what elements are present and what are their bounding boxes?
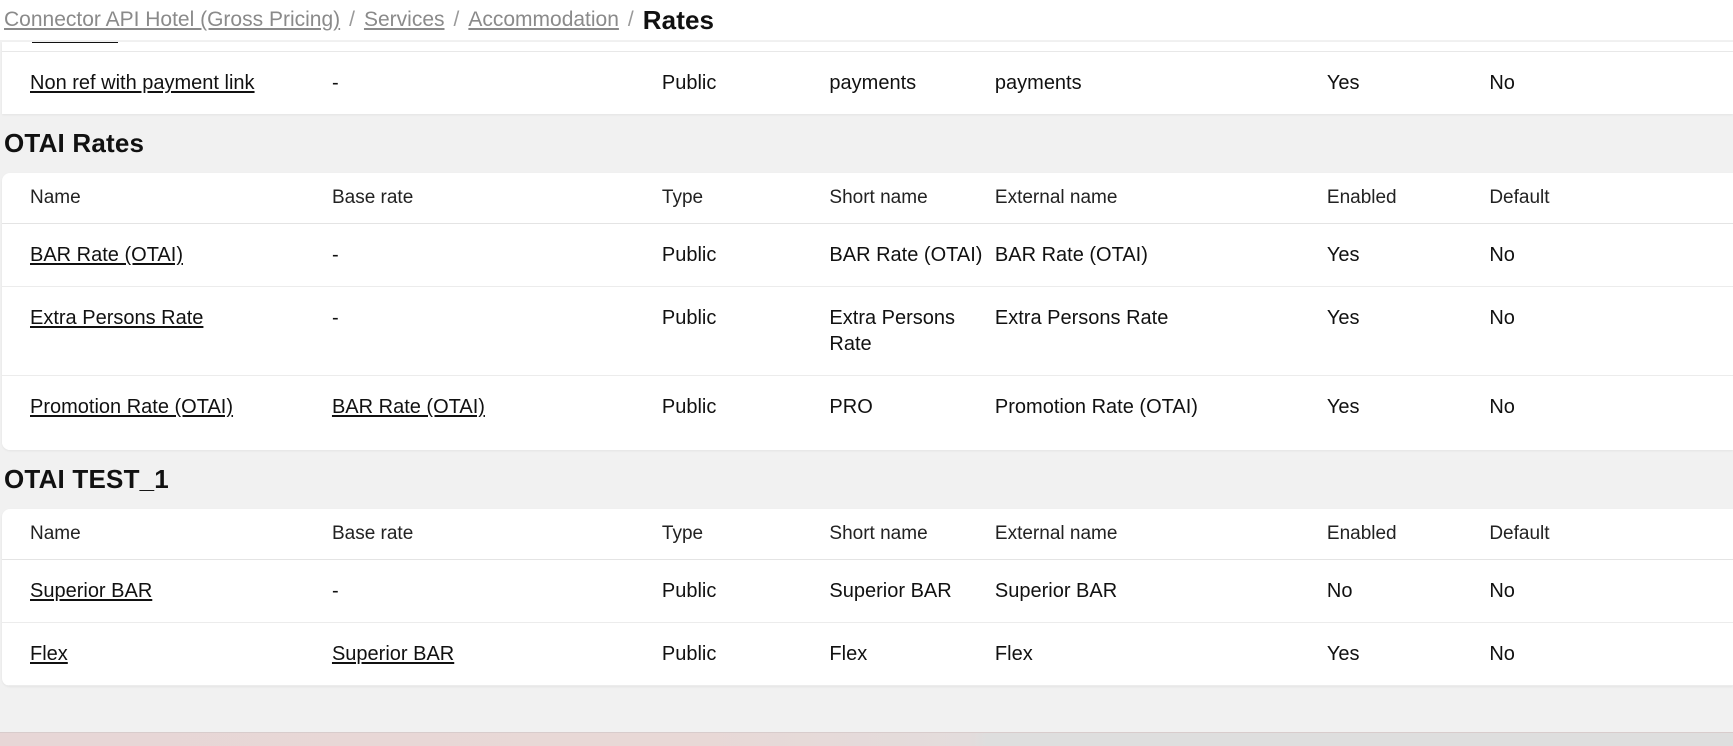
column-header-enabled: Enabled — [1326, 509, 1490, 560]
active-tab-indicator — [32, 42, 118, 43]
cell-enabled: Yes — [1326, 286, 1490, 376]
cell-short-name: Superior BAR — [829, 559, 995, 623]
cell-type: Public — [661, 286, 830, 376]
base-rate-link[interactable]: Superior BAR — [332, 643, 454, 665]
cell-type: Public — [661, 396, 717, 418]
column-header-name: Name — [2, 173, 332, 224]
rates-card-otai-test-1: Name Base rate Type Short name External … — [2, 509, 1733, 686]
cell-default: No — [1489, 223, 1733, 287]
cell-external-name: Flex — [994, 622, 1327, 686]
rate-name-link[interactable]: Flex — [30, 643, 68, 665]
column-header-base-rate: Base rate — [331, 173, 662, 224]
section-title-otai-rates: OTAI Rates — [0, 114, 1733, 173]
table-row[interactable]: Promotion Rate (OTAI) BAR Rate (OTAI) Pu… — [2, 376, 1733, 439]
breadcrumb-link-services[interactable]: Services — [364, 8, 445, 32]
cell-type: Public — [661, 559, 830, 623]
cell-base-rate: - — [331, 72, 339, 94]
bottom-notification-banner — [0, 732, 1733, 746]
cell-short-name: Extra Persons Rate — [829, 286, 995, 376]
cell-external-name: payments — [994, 72, 1082, 94]
card-bottom-padding — [2, 438, 1733, 450]
table-header-row: Name Base rate Type Short name External … — [2, 173, 1733, 224]
cell-name: Non ref with payment link — [2, 52, 332, 114]
rates-card-top-partial: Non ref with payment link - Public payme… — [2, 42, 1733, 114]
cell-base-rate: Superior BAR — [331, 622, 662, 686]
cell-enabled: Yes — [1326, 72, 1360, 94]
column-header-enabled: Enabled — [1326, 173, 1490, 224]
column-header-external-name: External name — [994, 173, 1327, 224]
table-row[interactable]: Non ref with payment link - Public payme… — [2, 52, 1733, 114]
cell-default: No — [1489, 622, 1733, 686]
cell-type: Public — [661, 622, 830, 686]
table-row[interactable]: BAR Rate (OTAI) - Public BAR Rate (OTAI)… — [2, 223, 1733, 287]
cell-short-name: payments — [829, 72, 917, 94]
breadcrumb-separator-2: / — [453, 8, 460, 31]
breadcrumb: Connector API Hotel (Gross Pricing) / Se… — [0, 0, 1733, 40]
cell-enabled: Yes — [1326, 622, 1490, 686]
cell-short-name: PRO — [829, 396, 873, 418]
rate-name-link[interactable]: Superior BAR — [30, 580, 152, 602]
rates-table-otai-test-1: Name Base rate Type Short name External … — [2, 509, 1733, 686]
cell-external-name: Superior BAR — [994, 559, 1327, 623]
column-header-default: Default — [1489, 173, 1733, 224]
section-title-otai-test-1: OTAI TEST_1 — [0, 450, 1733, 509]
cell-default: No — [1489, 286, 1733, 376]
rates-card-otai-rates: Name Base rate Type Short name External … — [2, 173, 1733, 450]
column-header-default: Default — [1489, 509, 1733, 560]
rate-name-link[interactable]: Promotion Rate (OTAI) — [30, 396, 233, 418]
cell-name: Superior BAR — [2, 559, 332, 623]
cell-name: Promotion Rate (OTAI) — [2, 376, 332, 439]
column-header-short-name: Short name — [829, 509, 995, 560]
cell-type: Public — [661, 72, 717, 94]
cell-default: No — [1489, 396, 1515, 418]
tabstrip — [2, 42, 1733, 52]
breadcrumb-link-accommodation[interactable]: Accommodation — [468, 8, 619, 32]
table-header-row: Name Base rate Type Short name External … — [2, 509, 1733, 560]
cell-name: BAR Rate (OTAI) — [2, 223, 332, 287]
cell-name: Flex — [2, 622, 332, 686]
rate-name-link[interactable]: Non ref with payment link — [30, 72, 255, 94]
column-header-type: Type — [661, 509, 830, 560]
cell-short-name: BAR Rate (OTAI) — [829, 223, 995, 287]
breadcrumb-separator-1: / — [349, 8, 355, 31]
cell-base-rate: - — [331, 559, 662, 623]
cell-name: Extra Persons Rate — [2, 286, 332, 376]
cell-base-rate: - — [331, 286, 662, 376]
cell-external-name: Promotion Rate (OTAI) — [994, 396, 1198, 418]
cell-enabled: No — [1326, 559, 1490, 623]
base-rate-link[interactable]: BAR Rate (OTAI) — [332, 396, 485, 418]
cell-type: Public — [661, 223, 830, 287]
rate-name-link[interactable]: BAR Rate (OTAI) — [30, 244, 183, 266]
column-header-external-name: External name — [994, 509, 1327, 560]
page-title: Rates — [642, 4, 715, 35]
table-row[interactable]: Flex Superior BAR Public Flex Flex Yes N… — [2, 622, 1733, 686]
cell-base-rate: BAR Rate (OTAI) — [332, 376, 662, 439]
cell-default: No — [1489, 559, 1733, 623]
rates-table-partial: Non ref with payment link - Public payme… — [2, 52, 1733, 114]
breadcrumb-separator-3: / — [627, 8, 634, 31]
column-header-name: Name — [2, 509, 332, 560]
cell-enabled: Yes — [1326, 223, 1490, 287]
column-header-base-rate: Base rate — [331, 509, 662, 560]
cell-external-name: Extra Persons Rate — [994, 286, 1327, 376]
rates-page: Connector API Hotel (Gross Pricing) / Se… — [0, 0, 1733, 746]
cell-external-name: BAR Rate (OTAI) — [994, 223, 1327, 287]
cell-base-rate: - — [331, 223, 662, 287]
cell-short-name: Flex — [829, 622, 995, 686]
rate-name-link[interactable]: Extra Persons Rate — [30, 307, 203, 329]
rates-table-otai-rates: Name Base rate Type Short name External … — [2, 173, 1733, 438]
column-header-short-name: Short name — [829, 173, 995, 224]
cell-enabled: Yes — [1326, 396, 1360, 418]
cell-default: No — [1489, 72, 1515, 94]
breadcrumb-link-property[interactable]: Connector API Hotel (Gross Pricing) — [4, 8, 340, 32]
column-header-type: Type — [661, 173, 830, 224]
table-row[interactable]: Superior BAR - Public Superior BAR Super… — [2, 559, 1733, 623]
table-row[interactable]: Extra Persons Rate - Public Extra Person… — [2, 286, 1733, 376]
